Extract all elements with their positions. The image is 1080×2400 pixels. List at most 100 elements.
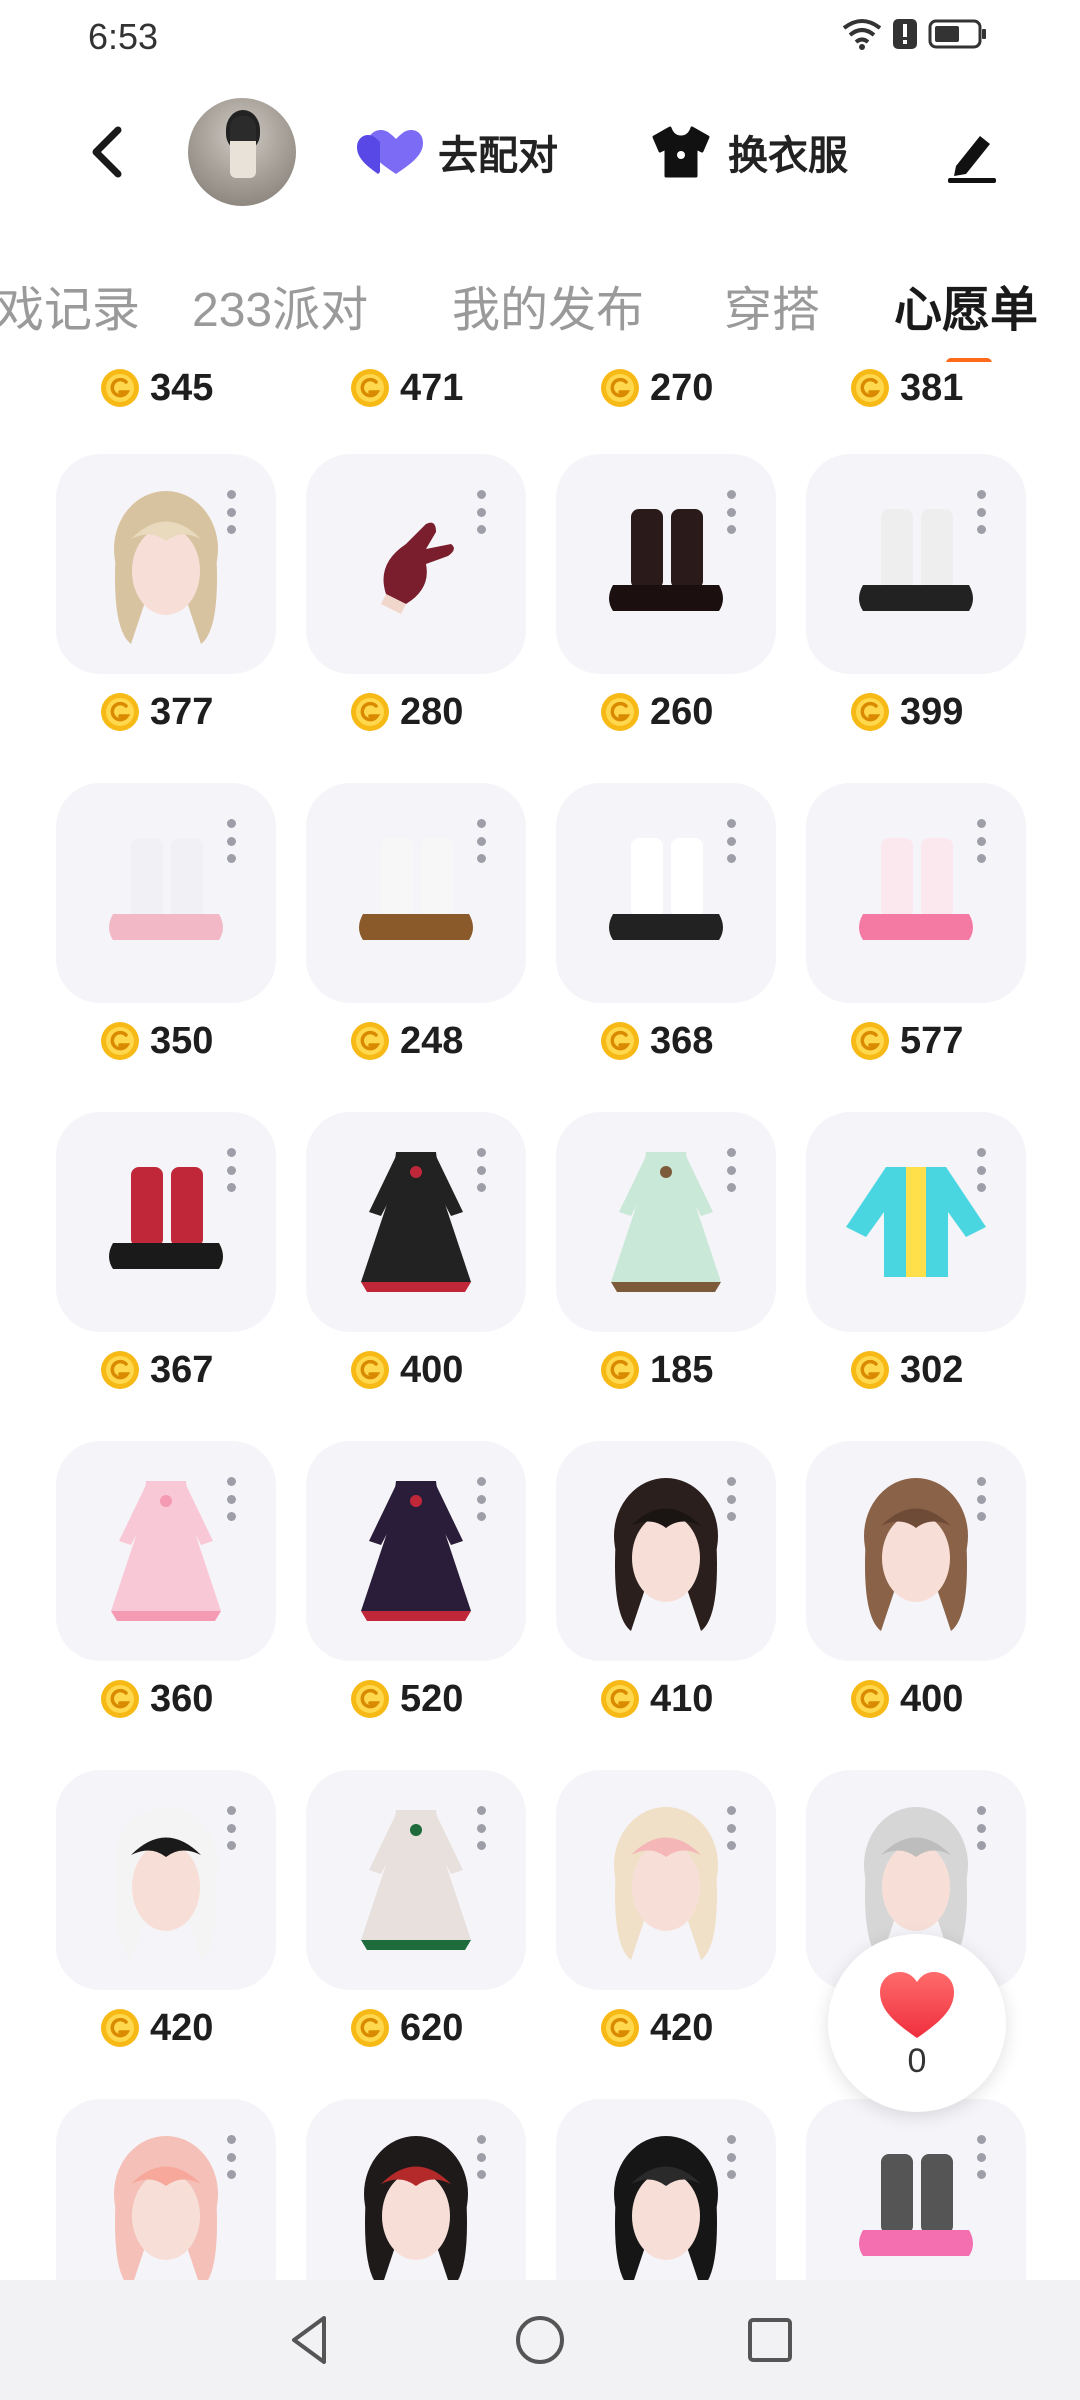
more-options-icon[interactable] bbox=[976, 819, 986, 863]
nav-back-button[interactable] bbox=[280, 2310, 340, 2370]
nav-recents-button[interactable] bbox=[740, 2310, 800, 2370]
item-card[interactable] bbox=[556, 2099, 776, 2282]
item-card[interactable] bbox=[556, 1770, 776, 1990]
more-options-icon[interactable] bbox=[226, 1148, 236, 1192]
wishlist-item[interactable] bbox=[556, 2099, 776, 2282]
item-card[interactable] bbox=[806, 454, 1026, 674]
more-options-icon[interactable] bbox=[476, 490, 486, 534]
more-options-icon[interactable] bbox=[726, 2135, 736, 2179]
item-card[interactable] bbox=[56, 2099, 276, 2282]
item-card[interactable] bbox=[806, 2099, 1026, 2282]
item-card[interactable] bbox=[56, 1770, 276, 1990]
tab-game-record[interactable]: 戏记录 bbox=[0, 270, 140, 340]
more-options-icon[interactable] bbox=[476, 1148, 486, 1192]
wishlist-item[interactable] bbox=[306, 2099, 526, 2282]
item-card[interactable] bbox=[306, 454, 526, 674]
item-card[interactable] bbox=[556, 1112, 776, 1332]
more-options-icon[interactable] bbox=[976, 2135, 986, 2179]
favorite-button[interactable]: 0 bbox=[828, 1934, 1006, 2112]
more-options-icon[interactable] bbox=[226, 2135, 236, 2179]
wishlist-item[interactable]: 260 bbox=[556, 454, 776, 733]
wishlist-item[interactable]: 577 bbox=[806, 783, 1026, 1062]
status-time: 6:53 bbox=[88, 16, 159, 57]
item-card[interactable] bbox=[556, 1441, 776, 1661]
wishlist-item[interactable]: 350 bbox=[56, 783, 276, 1062]
pair-button[interactable]: 去配对 bbox=[356, 116, 558, 188]
coin-icon bbox=[601, 1351, 639, 1389]
coin-icon bbox=[601, 369, 639, 407]
wishlist-item[interactable]: 248 bbox=[306, 783, 526, 1062]
tab-wishlist[interactable]: 心愿单 bbox=[894, 270, 1038, 340]
item-card[interactable] bbox=[306, 1441, 526, 1661]
more-options-icon[interactable] bbox=[476, 1806, 486, 1850]
more-options-icon[interactable] bbox=[726, 1477, 736, 1521]
more-options-icon[interactable] bbox=[726, 819, 736, 863]
wishlist-item[interactable]: 360 bbox=[56, 1441, 276, 1720]
coin-icon bbox=[101, 369, 139, 407]
edit-button[interactable] bbox=[940, 122, 1004, 186]
item-card[interactable] bbox=[556, 783, 776, 1003]
change-outfit-button[interactable]: 换衣服 bbox=[650, 116, 848, 188]
more-options-icon[interactable] bbox=[226, 490, 236, 534]
wishlist-item[interactable]: 280 bbox=[306, 454, 526, 733]
more-options-icon[interactable] bbox=[976, 1477, 986, 1521]
item-price: 350 bbox=[100, 1015, 213, 1067]
item-card[interactable] bbox=[306, 2099, 526, 2282]
price-value: 368 bbox=[650, 1019, 714, 1062]
tab-233-party[interactable]: 233派对 bbox=[192, 270, 368, 340]
nav-home-button[interactable] bbox=[510, 2310, 570, 2370]
tab-my-posts[interactable]: 我的发布 bbox=[452, 270, 644, 340]
more-options-icon[interactable] bbox=[976, 490, 986, 534]
tshirt-icon bbox=[652, 126, 710, 178]
wishlist-item[interactable]: 410 bbox=[556, 1441, 776, 1720]
wishlist-item[interactable]: 400 bbox=[306, 1112, 526, 1391]
wishlist-item[interactable]: 367 bbox=[56, 1112, 276, 1391]
item-card[interactable] bbox=[806, 1441, 1026, 1661]
wishlist-item[interactable] bbox=[56, 2099, 276, 2282]
item-price: 248 bbox=[350, 1015, 463, 1067]
wishlist-item[interactable]: 400 bbox=[806, 1441, 1026, 1720]
price-value: 577 bbox=[900, 1019, 964, 1062]
item-card[interactable] bbox=[806, 783, 1026, 1003]
more-options-icon[interactable] bbox=[726, 1148, 736, 1192]
more-options-icon[interactable] bbox=[226, 1806, 236, 1850]
item-card[interactable] bbox=[306, 1770, 526, 1990]
pair-label: 去配对 bbox=[438, 134, 558, 178]
wishlist-item[interactable]: 377 bbox=[56, 454, 276, 733]
more-options-icon[interactable] bbox=[976, 1148, 986, 1192]
wishlist-item[interactable]: 420 bbox=[556, 1770, 776, 2049]
item-card[interactable] bbox=[56, 783, 276, 1003]
item-card[interactable] bbox=[56, 454, 276, 674]
more-options-icon[interactable] bbox=[226, 819, 236, 863]
back-button[interactable] bbox=[76, 122, 136, 182]
item-card[interactable] bbox=[306, 1112, 526, 1332]
more-options-icon[interactable] bbox=[226, 1477, 236, 1521]
wishlist-item[interactable]: 620 bbox=[306, 1770, 526, 2049]
more-options-icon[interactable] bbox=[726, 1806, 736, 1850]
more-options-icon[interactable] bbox=[976, 1806, 986, 1850]
item-card[interactable] bbox=[56, 1112, 276, 1332]
item-card[interactable] bbox=[556, 454, 776, 674]
tab-outfits[interactable]: 穿搭 bbox=[724, 270, 820, 340]
more-options-icon[interactable] bbox=[476, 2135, 486, 2179]
wishlist-item[interactable]: 520 bbox=[306, 1441, 526, 1720]
more-options-icon[interactable] bbox=[476, 1477, 486, 1521]
wishlist-item[interactable]: 399 bbox=[806, 454, 1026, 733]
item-price: 400 bbox=[350, 1344, 463, 1396]
item-card[interactable] bbox=[306, 783, 526, 1003]
item-card[interactable] bbox=[56, 1441, 276, 1661]
coin-icon bbox=[351, 1022, 389, 1060]
wishlist-item[interactable]: 420 bbox=[56, 1770, 276, 2049]
wishlist-item[interactable] bbox=[806, 2099, 1026, 2282]
wishlist-item[interactable]: 302 bbox=[806, 1112, 1026, 1391]
wishlist-item[interactable]: 185 bbox=[556, 1112, 776, 1391]
item-price: 345 bbox=[100, 362, 213, 414]
coin-icon bbox=[101, 1680, 139, 1718]
wishlist-item[interactable]: 368 bbox=[556, 783, 776, 1062]
more-options-icon[interactable] bbox=[476, 819, 486, 863]
item-price: 367 bbox=[100, 1344, 213, 1396]
more-options-icon[interactable] bbox=[726, 490, 736, 534]
avatar[interactable] bbox=[188, 98, 296, 206]
coin-icon bbox=[851, 693, 889, 731]
item-card[interactable] bbox=[806, 1112, 1026, 1332]
